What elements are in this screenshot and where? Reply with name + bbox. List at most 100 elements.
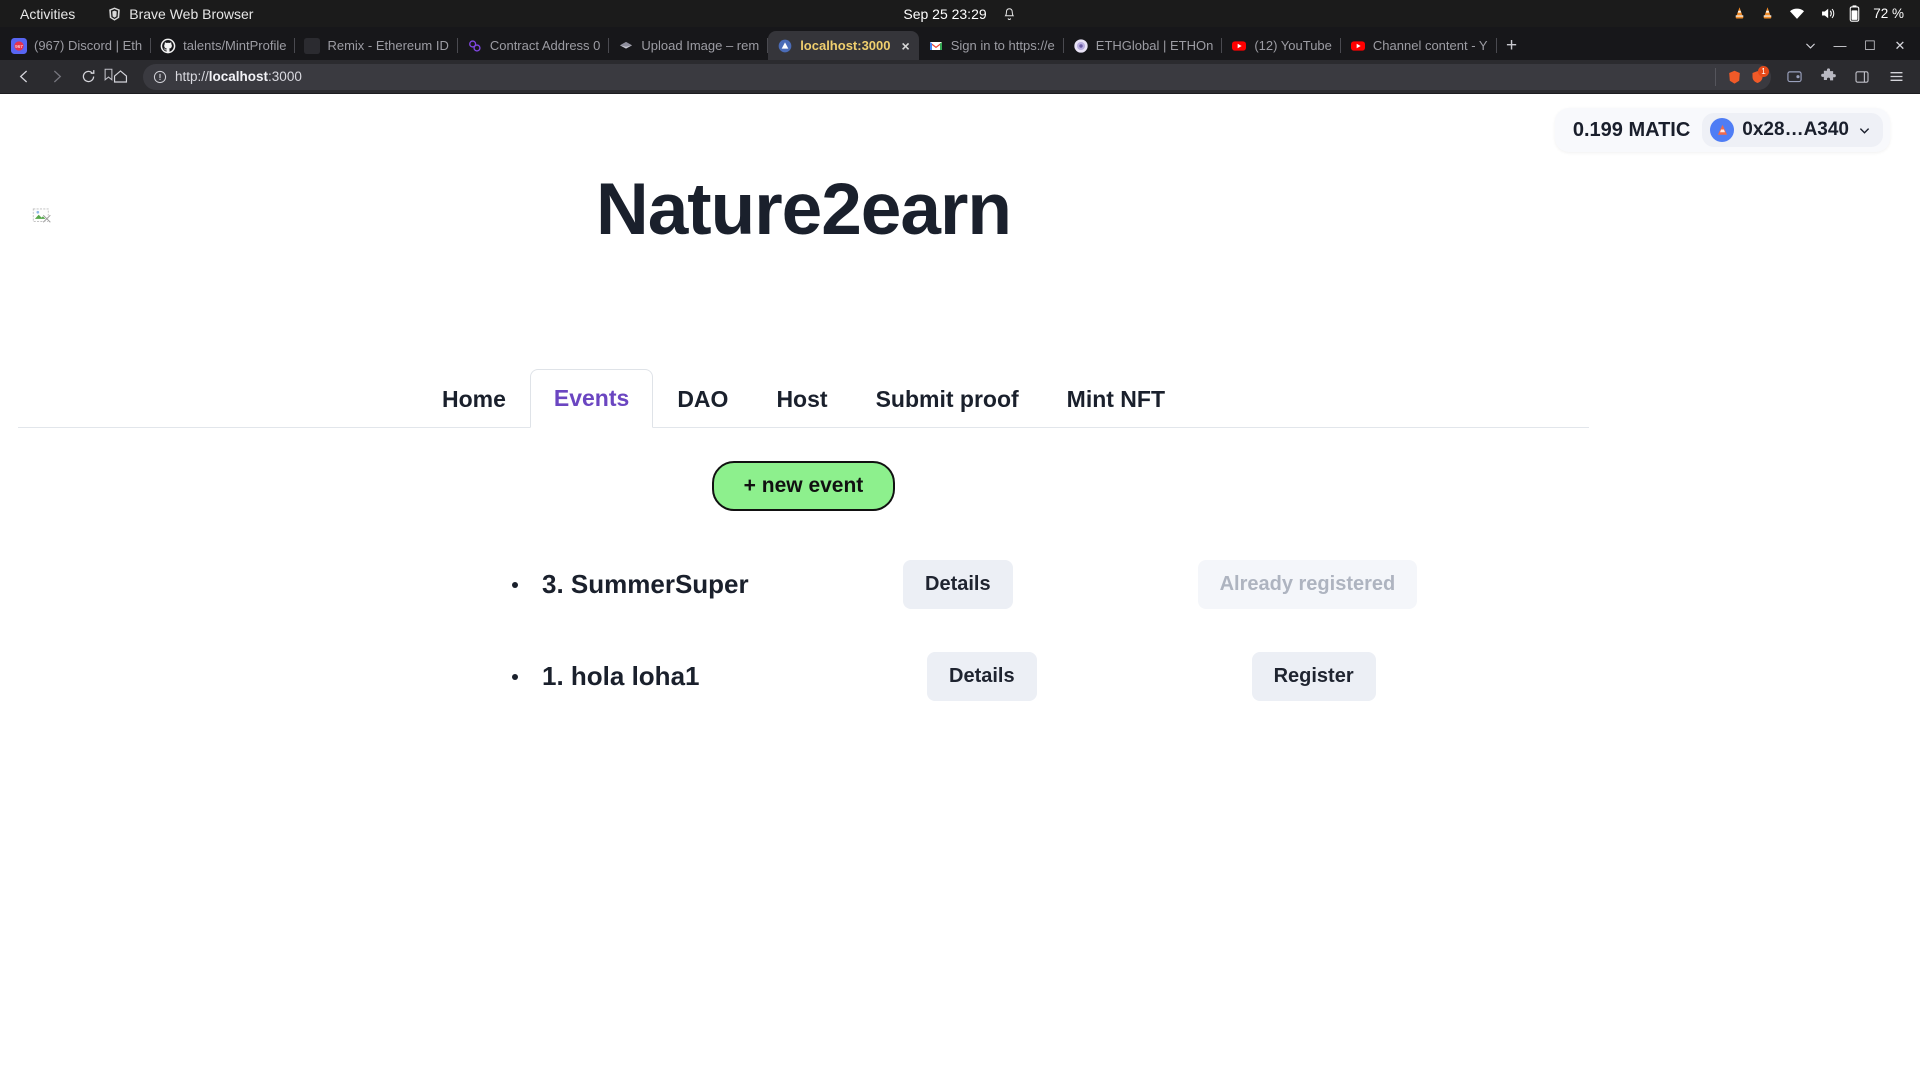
tab-mint-nft[interactable]: Mint NFT (1043, 370, 1189, 428)
toolbar-right-actions[interactable] (1779, 63, 1911, 91)
clock-label: Sep 25 23:29 (903, 5, 987, 22)
event-register-button[interactable]: Register (1251, 652, 1376, 702)
gnome-clock[interactable]: Sep 25 23:29 (903, 6, 1016, 22)
new-event-row: + new event (0, 460, 1607, 511)
active-app-label: Brave Web Browser (129, 5, 254, 22)
event-details-button[interactable]: Details (903, 560, 1013, 610)
browser-tab-remix[interactable]: Remix - Ethereum ID (295, 31, 458, 60)
browser-tab-upload-image[interactable]: Upload Image – rem (609, 31, 768, 60)
back-arrow-icon[interactable] (9, 63, 39, 91)
browser-tab-contract-address[interactable]: Contract Address 0 (458, 31, 610, 60)
browser-tab-ethglobal[interactable]: ETHGlobal | ETHOn (1064, 31, 1223, 60)
vlc-cone-icon (1735, 7, 1744, 19)
wallet-avatar-icon (1710, 118, 1735, 142)
event-name: 1. hola loha1 (542, 661, 700, 692)
info-circle-icon[interactable] (153, 70, 167, 84)
event-list-item: 3. SummerSuper Details Already registere… (0, 539, 1607, 631)
list-bullet (512, 581, 518, 588)
sidebar-icon[interactable] (1847, 63, 1877, 91)
tab-title: talents/MintProfile (183, 38, 287, 53)
puzzle-icon[interactable] (1813, 63, 1843, 91)
tab-title: Remix - Ethereum ID (327, 38, 449, 53)
new-tab-button[interactable]: + (1497, 31, 1527, 60)
nextjs-warning-icon (778, 39, 792, 52)
activities-button[interactable]: Activities (12, 6, 85, 22)
list-bullet (512, 673, 518, 680)
youtube-icon (1232, 40, 1247, 51)
browser-tab-github[interactable]: talents/MintProfile (151, 31, 296, 60)
browser-tab-localhost-3000[interactable]: localhost:3000 × (768, 31, 919, 60)
gnome-top-bar: Activities Brave Web Browser Sep 25 23:2… (0, 0, 1920, 27)
browser-toolbar[interactable]: http://localhost:3000 1 (0, 60, 1920, 94)
bell-icon[interactable] (1003, 6, 1017, 22)
tab-title: localhost:3000 (800, 38, 891, 53)
wallet-account-button[interactable]: 0x28…A340 (1702, 113, 1883, 147)
browser-tab-channel-content[interactable]: Channel content - Y (1341, 31, 1497, 60)
tab-title: (967) Discord | Eth (34, 38, 143, 53)
browser-tab-gmail-signin[interactable]: Sign in to https://e (919, 31, 1064, 60)
wallet-widget[interactable]: 0.199 MATIC 0x28…A340 (1554, 108, 1890, 152)
wallet-balance: 0.199 MATIC (1572, 118, 1691, 141)
tab-dao[interactable]: DAO (653, 370, 752, 428)
reload-icon[interactable] (73, 63, 103, 91)
remix-icon (304, 37, 321, 54)
github-icon (160, 38, 176, 53)
new-event-button[interactable]: + new event (711, 460, 896, 511)
brave-wallet-icon[interactable] (1779, 63, 1809, 91)
brave-shields-icon[interactable]: 1 (1750, 65, 1769, 85)
brave-lion-icon[interactable] (1727, 69, 1742, 85)
tab-title: Contract Address 0 (489, 38, 601, 53)
window-list-icon[interactable] (1796, 31, 1824, 60)
browser-tab-youtube[interactable]: (12) YouTube (1222, 31, 1341, 60)
urlbar-actions[interactable]: 1 (1712, 64, 1769, 90)
tab-submit-proof[interactable]: Submit proof (852, 370, 1043, 428)
page-viewport: 0.199 MATIC 0x28…A340 Nature2earn Home E… (0, 94, 1920, 1079)
wifi-icon (1790, 8, 1805, 19)
maximize-button[interactable]: ☐ (1856, 31, 1884, 60)
hamburger-menu-icon[interactable] (1881, 63, 1911, 91)
battery-icon (1849, 5, 1860, 22)
main-nav-tabs[interactable]: Home Events DAO Host Submit proof Mint N… (0, 369, 1607, 428)
diamond-icon (620, 41, 633, 49)
shields-badge: 1 (1758, 65, 1769, 77)
tabs-underline (18, 426, 1589, 428)
volume-icon (1822, 8, 1835, 19)
browser-tab-strip[interactable]: 967 (967) Discord | Eth talents/MintProf… (0, 27, 1920, 60)
browser-tab-discord[interactable]: 967 (967) Discord | Eth (2, 31, 152, 60)
polygonscan-icon (468, 39, 481, 52)
tab-close-icon[interactable]: × (902, 39, 910, 53)
url-text: http://localhost:3000 (175, 69, 302, 84)
tab-title: Sign in to https://e (950, 38, 1055, 53)
svg-text:967: 967 (15, 44, 23, 49)
tab-host[interactable]: Host (752, 370, 851, 428)
system-tray[interactable]: 72 % (1732, 5, 1908, 22)
wallet-address: 0x28…A340 (1742, 119, 1849, 140)
chevron-down-icon[interactable] (1857, 123, 1872, 138)
event-details-button[interactable]: Details (927, 652, 1037, 702)
event-already-registered-button: Already registered (1197, 560, 1418, 610)
tab-title: Upload Image – rem (641, 38, 760, 53)
toolbar-divider (1715, 67, 1716, 86)
vlc-cone-icon (1763, 7, 1772, 19)
window-controls[interactable]: — ☐ ✕ (1796, 31, 1920, 60)
ethglobal-icon (1074, 38, 1088, 53)
brave-lion-icon (109, 6, 121, 21)
discord-icon: 967 (11, 37, 27, 54)
tab-events[interactable]: Events (529, 369, 654, 428)
wallet-pill[interactable]: 0.199 MATIC 0x28…A340 (1554, 108, 1890, 152)
tab-title: ETHGlobal | ETHOn (1095, 38, 1214, 53)
forward-arrow-icon[interactable] (41, 63, 71, 91)
tab-title: Channel content - Y (1372, 38, 1488, 53)
event-name: 3. SummerSuper (542, 569, 749, 600)
tab-title: (12) YouTube (1254, 38, 1332, 53)
active-app-indicator[interactable]: Brave Web Browser (107, 6, 253, 22)
youtube-icon (1350, 40, 1365, 51)
bookmark-icon[interactable] (101, 67, 116, 87)
battery-label: 72 % (1873, 6, 1904, 21)
url-address-bar[interactable]: http://localhost:3000 1 (104, 63, 1771, 90)
close-window-button[interactable]: ✕ (1886, 31, 1914, 60)
minimize-button[interactable]: — (1826, 31, 1854, 60)
events-list: 3. SummerSuper Details Already registere… (0, 539, 1607, 723)
tab-home[interactable]: Home (418, 370, 530, 428)
event-list-item: 1. hola loha1 Details Register (0, 631, 1607, 723)
